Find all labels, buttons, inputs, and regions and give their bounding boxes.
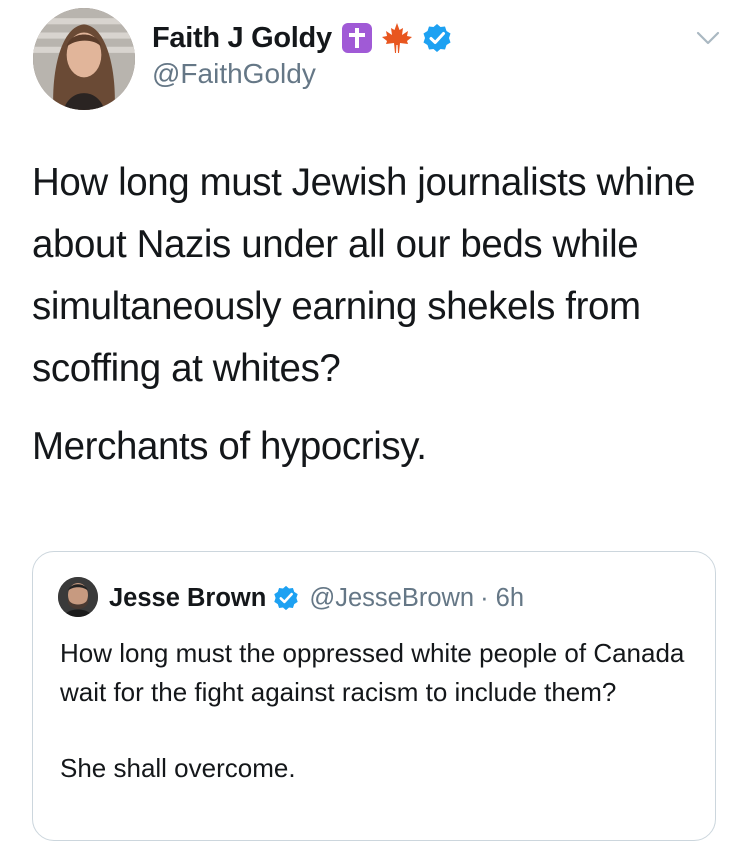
quoted-author-name[interactable]: Jesse Brown <box>109 584 266 613</box>
latin-cross-icon <box>341 23 372 53</box>
chevron-down-icon[interactable] <box>693 26 723 50</box>
tweet-text: How long must Jewish journalists whine a… <box>32 152 732 478</box>
quoted-header: Jesse Brown @JesseBrown · 6h <box>109 578 524 618</box>
quoted-author-handle[interactable]: @JesseBrown <box>309 584 474 613</box>
maple-leaf-icon <box>381 23 412 53</box>
quoted-tweet-text: How long must the oppressed white people… <box>60 634 700 788</box>
verified-badge-icon <box>423 24 451 52</box>
quoted-author-avatar-image <box>58 577 98 617</box>
quoted-timestamp[interactable]: · 6h <box>480 584 524 613</box>
verified-badge-icon <box>274 585 299 611</box>
author-avatar[interactable] <box>33 8 135 110</box>
quoted-text-paragraph: She shall overcome. <box>60 753 296 783</box>
tweet-text-paragraph: How long must Jewish journalists whine a… <box>32 161 696 390</box>
author-display-name[interactable]: Faith J Goldy <box>152 22 332 55</box>
quoted-tweet[interactable]: Jesse Brown @JesseBrown · 6h How long mu… <box>32 551 716 841</box>
author-avatar-image <box>33 8 135 110</box>
quoted-text-paragraph: How long must the oppressed white people… <box>60 638 685 707</box>
author-handle[interactable]: @FaithGoldy <box>152 58 316 90</box>
quoted-author-avatar[interactable] <box>58 577 98 617</box>
tweet: Faith J Goldy @FaithGoldy How long must … <box>0 0 750 868</box>
tweet-text-paragraph: Merchants of hypocrisy. <box>32 425 427 468</box>
author-name-row: Faith J Goldy <box>152 18 452 58</box>
